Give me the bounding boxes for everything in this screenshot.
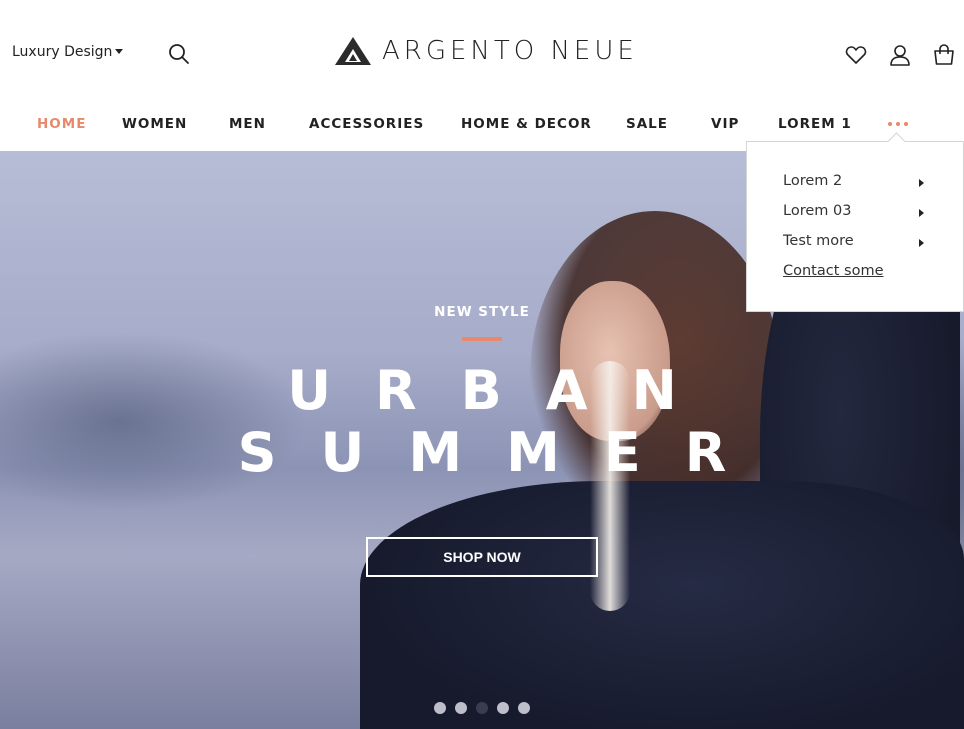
hero-title-line2: SUMMER	[237, 421, 771, 484]
more-dropdown-menu: Lorem 2 Lorem 03 Test more Contact some	[746, 141, 964, 312]
dropdown-item-contact-some[interactable]: Contact some	[783, 263, 884, 279]
chevron-right-icon	[919, 239, 924, 247]
slider-dots	[434, 702, 530, 714]
nav-item-home[interactable]: HOME	[37, 116, 86, 132]
hero-title-line1: URBAN	[287, 359, 721, 422]
nav-item-accessories[interactable]: ACCESSORIES	[309, 116, 424, 132]
user-icon[interactable]	[888, 43, 912, 67]
dropdown-item-test-more[interactable]: Test more	[783, 233, 854, 249]
nav-item-vip[interactable]: VIP	[711, 116, 739, 132]
nav-item-lorem-1[interactable]: LOREM 1	[778, 116, 852, 132]
nav-item-home-decor[interactable]: HOME & DECOR	[461, 116, 592, 132]
logo[interactable]: ARGENTO NEUE	[334, 34, 638, 68]
chevron-right-icon	[919, 209, 924, 217]
site-header: Luxury Design ARGENTO NEUE	[0, 0, 964, 100]
heart-icon[interactable]	[844, 43, 868, 67]
store-switcher[interactable]: Luxury Design	[12, 44, 124, 60]
chevron-right-icon	[919, 179, 924, 187]
slider-dot-4[interactable]	[497, 702, 509, 714]
hero-image-coat	[360, 481, 964, 729]
bag-icon[interactable]	[932, 43, 956, 67]
slider-dot-5[interactable]	[518, 702, 530, 714]
dropdown-item-lorem-2[interactable]: Lorem 2	[783, 173, 842, 189]
nav-item-men[interactable]: MEN	[229, 116, 266, 132]
slider-dot-2[interactable]	[455, 702, 467, 714]
more-dots-icon[interactable]	[888, 117, 908, 131]
nav-item-sale[interactable]: SALE	[626, 116, 668, 132]
hero-accent-line	[462, 337, 502, 341]
slider-dot-1[interactable]	[434, 702, 446, 714]
logo-mark-icon	[335, 37, 371, 65]
shop-now-button[interactable]: SHOP NOW	[366, 537, 598, 577]
dropdown-item-lorem-03[interactable]: Lorem 03	[783, 203, 851, 219]
store-switcher-label: Luxury Design	[12, 44, 113, 60]
caret-down-icon	[115, 49, 124, 54]
logo-text: ARGENTO NEUE	[382, 36, 638, 66]
search-icon[interactable]	[167, 42, 191, 66]
slider-dot-3[interactable]	[476, 702, 488, 714]
nav-item-women[interactable]: WOMEN	[122, 116, 187, 132]
